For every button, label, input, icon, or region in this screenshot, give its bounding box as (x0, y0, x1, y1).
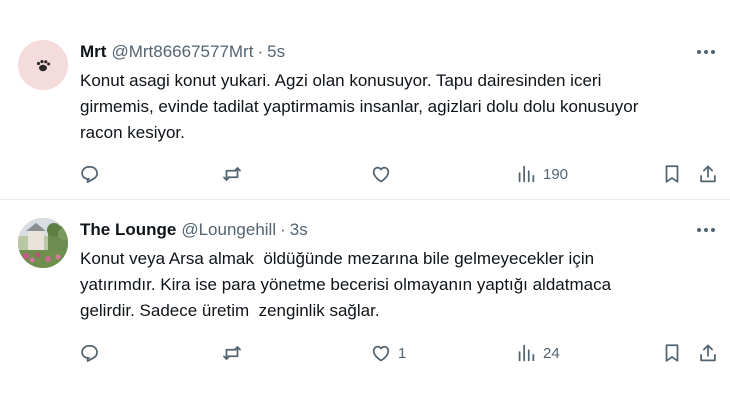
bookmark-button[interactable] (661, 338, 683, 368)
bookmark-icon (665, 165, 679, 183)
repost-icon (223, 346, 241, 360)
action-bar: 190 (78, 159, 728, 189)
share-icon (700, 344, 716, 362)
tweet-header: Mrt @Mrt86667577Mrt · 5s (80, 40, 285, 64)
tweet-text-line: racon kesiyor. (80, 123, 185, 142)
reply-icon (81, 165, 98, 183)
like-icon (372, 345, 390, 362)
share-button[interactable] (697, 159, 719, 189)
more-options-icon[interactable] (694, 42, 718, 62)
tweet-text-line: gelirdir. Sadece üretim zenginlik sağlar… (80, 301, 380, 320)
display-name[interactable]: Mrt (80, 42, 106, 62)
views-count: 190 (543, 165, 569, 183)
share-button[interactable] (697, 338, 719, 368)
avatar[interactable] (18, 218, 68, 268)
avatar[interactable] (18, 40, 68, 90)
reply-button[interactable] (78, 159, 106, 189)
repost-icon (223, 167, 241, 181)
garden-photo-icon (18, 218, 68, 268)
views-icon (518, 344, 535, 362)
like-count: 1 (398, 344, 407, 362)
action-bar: 1 24 (78, 338, 728, 368)
paw-icon (18, 40, 68, 90)
views-button[interactable]: 24 (515, 338, 560, 368)
like-button[interactable]: 1 (370, 338, 406, 368)
tweet-text-line: Konut asagi konut yukari. Agzi olan konu… (80, 71, 602, 90)
more-options-icon[interactable] (694, 220, 718, 240)
timestamp[interactable]: 5s (267, 42, 285, 62)
like-icon (372, 166, 390, 183)
repost-button[interactable] (221, 159, 249, 189)
tweet-text-line: yatırımdır. Kira ise para yönetme beceri… (80, 275, 612, 294)
tweet-text-line: girmemis, evinde tadilat yaptirmamis ins… (80, 97, 639, 116)
bookmark-button[interactable] (661, 159, 683, 189)
reply-icon (81, 344, 98, 362)
share-icon (700, 165, 716, 183)
like-button[interactable] (370, 159, 398, 189)
repost-button[interactable] (221, 338, 249, 368)
tweet-text-line: Konut veya Arsa almak öldüğünde mezarına… (80, 249, 595, 268)
separator-dot: · (280, 220, 286, 239)
bookmark-icon (665, 344, 679, 362)
tweet-header: The Lounge @Loungehill · 3s (80, 218, 308, 242)
views-icon (518, 165, 535, 183)
timestamp[interactable]: 3s (290, 220, 308, 240)
tweet[interactable]: The Lounge @Loungehill · 3s Konut veya A… (0, 206, 730, 396)
reply-button[interactable] (78, 338, 106, 368)
timeline: Mrt @Mrt86667577Mrt · 5s Konut asagi kon… (0, 0, 730, 420)
tweet-text: Konut veya Arsa almak öldüğünde mezarına… (80, 246, 720, 324)
views-button[interactable]: 190 (515, 159, 568, 189)
views-count: 24 (543, 344, 560, 362)
separator-dot: · (257, 42, 264, 61)
tweet-text: Konut asagi konut yukari. Agzi olan konu… (80, 68, 720, 146)
user-handle[interactable]: @Mrt86667577Mrt (111, 42, 253, 62)
user-handle[interactable]: @Loungehill (181, 220, 276, 240)
tweet-divider (0, 199, 730, 200)
tweet[interactable]: Mrt @Mrt86667577Mrt · 5s Konut asagi kon… (0, 28, 730, 200)
display-name[interactable]: The Lounge (80, 220, 176, 240)
